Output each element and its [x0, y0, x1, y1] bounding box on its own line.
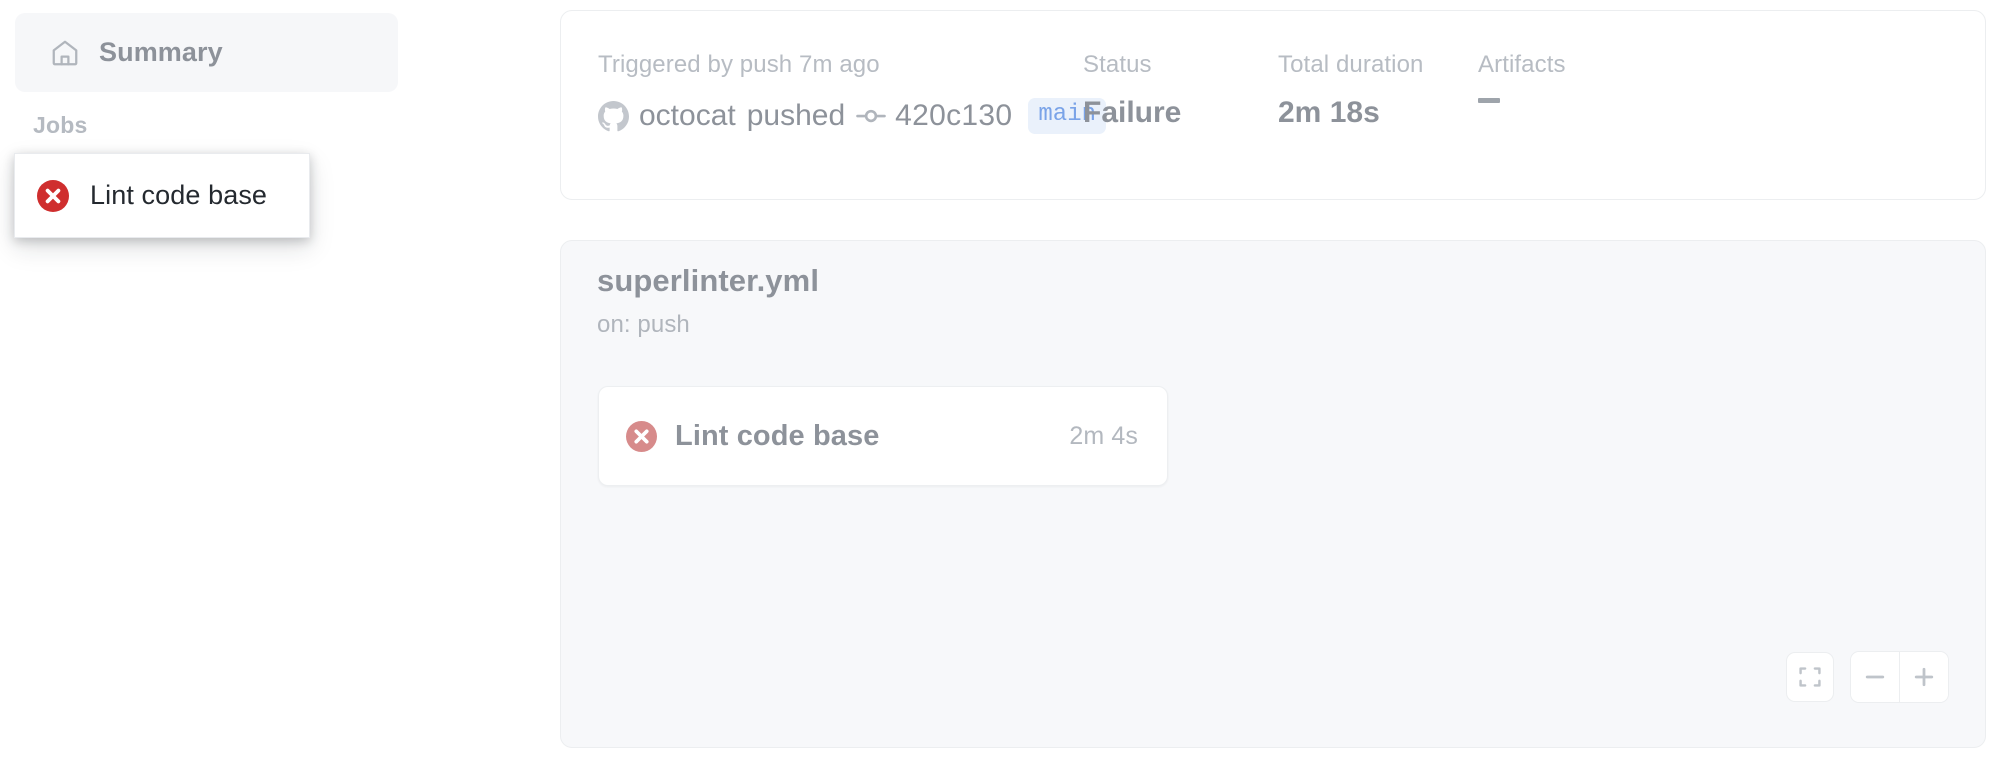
failure-x-icon	[626, 420, 657, 452]
graph-job-node-label: Lint code base	[675, 419, 880, 452]
main-content: Triggered by push 7m ago octocat pushed …	[440, 0, 1998, 768]
sidebar-item-lint-code-base[interactable]: Lint code base	[14, 153, 310, 238]
run-artifacts-column: Artifacts	[1478, 53, 1678, 103]
run-status-value: Failure	[1083, 96, 1182, 129]
run-trigger-label: Triggered by push 7m ago	[598, 51, 880, 78]
sidebar-item-lint-code-base-label: Lint code base	[90, 180, 268, 210]
run-header-grid: Triggered by push 7m ago octocat pushed …	[598, 53, 1965, 134]
github-mark-icon	[598, 100, 629, 131]
fit-to-screen-icon	[1799, 667, 1821, 687]
failure-x-icon	[37, 179, 69, 212]
run-status-column: Status Failure	[1083, 53, 1278, 128]
graph-job-node-duration: 2m 4s	[1069, 421, 1138, 450]
minus-icon	[1865, 675, 1885, 679]
run-artifacts-value	[1478, 98, 1678, 103]
fit-to-screen-button[interactable]	[1786, 652, 1834, 702]
run-actor-name[interactable]: octocat	[639, 101, 736, 131]
zoom-out-button[interactable]	[1851, 652, 1899, 702]
workflow-graph-card: superlinter.yml on: push Lint code base …	[560, 240, 1986, 748]
run-duration-column: Total duration 2m 18s	[1278, 53, 1478, 128]
graph-job-node-lint-code-base[interactable]: Lint code base 2m 4s	[598, 386, 1168, 486]
sidebar-item-summary[interactable]: Summary	[15, 13, 398, 92]
run-trigger-value: octocat pushed 420c130 main	[598, 98, 1106, 134]
zoom-in-button[interactable]	[1899, 652, 1948, 702]
artifacts-empty-dash	[1478, 98, 1500, 103]
graph-zoom-controls	[1786, 651, 1949, 703]
plus-icon	[1914, 667, 1934, 687]
git-commit-icon	[856, 109, 886, 123]
run-action-text: pushed	[746, 99, 846, 132]
run-status-label: Status	[1083, 51, 1152, 78]
run-trigger-column: Triggered by push 7m ago octocat pushed …	[598, 51, 1106, 134]
home-icon	[52, 40, 78, 65]
run-artifacts-label: Artifacts	[1478, 51, 1566, 78]
run-commit-sha[interactable]: 420c130	[895, 101, 1012, 131]
workflow-trigger-subtitle: on: push	[597, 311, 690, 338]
run-duration-label: Total duration	[1278, 51, 1424, 78]
sidebar-item-summary-label: Summary	[99, 37, 223, 67]
workflow-file-title: superlinter.yml	[597, 263, 820, 298]
jobs-section-heading: Jobs	[33, 112, 88, 138]
run-duration-value: 2m 18s	[1278, 96, 1380, 129]
sidebar: Summary Jobs Lint code base	[0, 0, 420, 768]
zoom-button-group	[1850, 651, 1949, 703]
run-header-card: Triggered by push 7m ago octocat pushed …	[560, 10, 1986, 200]
